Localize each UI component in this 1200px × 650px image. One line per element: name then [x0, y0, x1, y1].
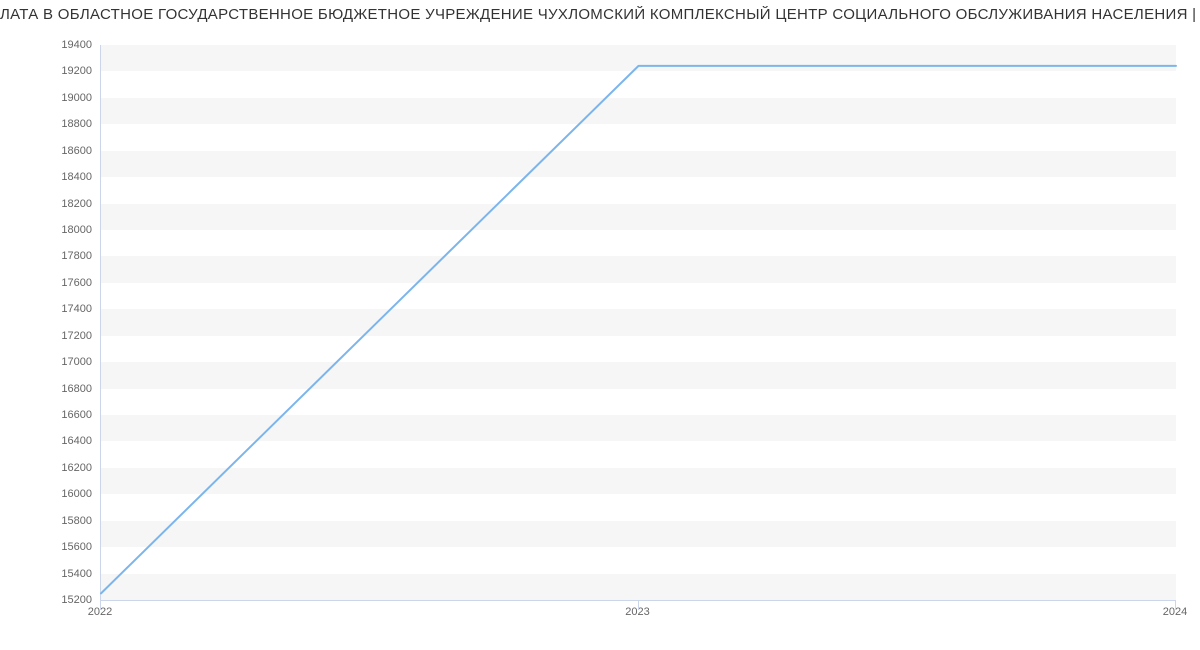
y-tick-label: 16600: [8, 409, 92, 421]
plot-area: [100, 45, 1176, 601]
y-tick-label: 19200: [8, 65, 92, 77]
y-tick-label: 19400: [8, 39, 92, 51]
x-tick: [100, 600, 101, 610]
y-tick-label: 16800: [8, 383, 92, 395]
line-chart: ЛАТА В ОБЛАСТНОЕ ГОСУДАРСТВЕННОЕ БЮДЖЕТН…: [0, 0, 1200, 650]
y-tick-label: 17200: [8, 330, 92, 342]
y-tick-label: 16000: [8, 488, 92, 500]
y-tick-label: 16400: [8, 435, 92, 447]
y-tick-label: 15400: [8, 568, 92, 580]
y-tick-label: 17000: [8, 356, 92, 368]
x-tick: [638, 600, 639, 610]
y-tick-label: 18200: [8, 198, 92, 210]
chart-title: ЛАТА В ОБЛАСТНОЕ ГОСУДАРСТВЕННОЕ БЮДЖЕТН…: [0, 6, 1200, 23]
chart-series-line: [101, 45, 1176, 600]
y-tick-label: 17600: [8, 277, 92, 289]
y-tick-label: 15800: [8, 515, 92, 527]
x-tick: [1175, 600, 1176, 610]
y-tick-label: 18600: [8, 145, 92, 157]
y-tick-label: 18800: [8, 118, 92, 130]
y-tick-label: 15200: [8, 594, 92, 606]
y-tick-label: 18000: [8, 224, 92, 236]
y-tick-label: 15600: [8, 541, 92, 553]
y-tick-label: 18400: [8, 171, 92, 183]
y-tick-label: 17400: [8, 303, 92, 315]
y-tick-label: 19000: [8, 92, 92, 104]
y-tick-label: 16200: [8, 462, 92, 474]
y-tick-label: 17800: [8, 250, 92, 262]
